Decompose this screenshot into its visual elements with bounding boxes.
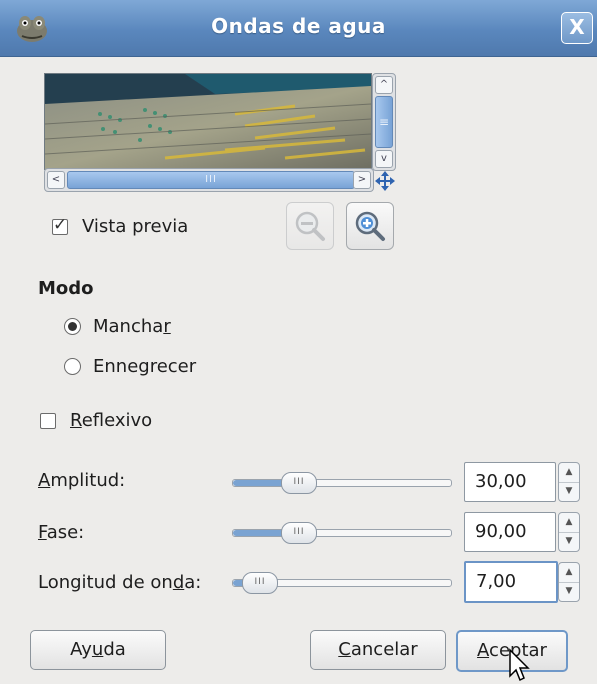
blacken-label: Ennegrecer: [93, 356, 197, 377]
preview-checkbox[interactable]: [52, 215, 68, 235]
amplitude-slider-knob[interactable]: III: [281, 472, 317, 494]
mode-section-title: Modo: [38, 278, 94, 299]
reflective-toggle[interactable]: Reflexivo: [40, 410, 152, 431]
zoom-in-button[interactable]: [346, 202, 394, 250]
spin-down-icon[interactable]: ▼: [559, 582, 579, 601]
wavelength-label: Longitud de onda:: [38, 572, 202, 593]
preview-label: Vista previa: [82, 216, 189, 237]
amplitude-spinner[interactable]: ▲ ▼: [558, 462, 580, 502]
vertical-scroll-thumb[interactable]: ≡: [375, 96, 393, 148]
scroll-left-icon[interactable]: <: [47, 171, 65, 189]
spin-down-icon[interactable]: ▼: [559, 532, 579, 551]
window-title: Ondas de agua: [211, 14, 386, 38]
mode-option-smear[interactable]: Manchar: [64, 316, 171, 337]
mode-option-blacken[interactable]: Ennegrecer: [64, 356, 196, 377]
spin-down-icon[interactable]: ▼: [559, 482, 579, 501]
horizontal-scroll-thumb[interactable]: III: [67, 171, 355, 189]
spin-up-icon[interactable]: ▲: [559, 563, 579, 583]
reflective-label: Reflexivo: [70, 410, 153, 431]
title-bar[interactable]: Ondas de agua X: [0, 0, 597, 57]
smear-label: Manchar: [93, 316, 171, 337]
preview-horizontal-scrollbar[interactable]: < III >: [44, 168, 374, 192]
preview-toggle[interactable]: Vista previa: [52, 215, 189, 237]
amplitude-input[interactable]: 30,00: [464, 462, 556, 502]
phase-slider[interactable]: III: [232, 522, 452, 544]
amplitude-slider[interactable]: III: [232, 472, 452, 494]
close-button[interactable]: X: [561, 12, 593, 44]
reflective-checkbox[interactable]: [40, 412, 56, 429]
phase-slider-knob[interactable]: III: [281, 522, 317, 544]
mouse-pointer-icon: [509, 648, 530, 682]
preview-vertical-scrollbar[interactable]: ^ ≡ v: [372, 73, 396, 171]
zoom-out-button[interactable]: [286, 202, 334, 250]
spin-up-icon[interactable]: ▲: [559, 463, 579, 483]
wavelength-slider-knob[interactable]: III: [242, 572, 278, 594]
cancel-button[interactable]: Cancelar: [310, 630, 446, 670]
wavelength-slider[interactable]: III: [232, 572, 452, 594]
wavelength-input[interactable]: 7,00: [464, 561, 558, 603]
plugin-dialog: Ondas de agua X ^ ≡ v < III > ✓ Vista pr…: [0, 0, 597, 684]
phase-label: Fase:: [38, 522, 85, 543]
close-icon: X: [569, 15, 585, 39]
scroll-up-icon[interactable]: ^: [375, 76, 393, 94]
amplitude-label: Amplitud:: [38, 470, 126, 491]
scroll-down-icon[interactable]: v: [375, 150, 393, 168]
navigate-move-icon[interactable]: [374, 170, 396, 192]
wavelength-spinner[interactable]: ▲ ▼: [558, 562, 580, 602]
blacken-radio[interactable]: [64, 358, 81, 375]
phase-input[interactable]: 90,00: [464, 512, 556, 552]
scroll-right-icon[interactable]: >: [353, 171, 371, 189]
preview-image[interactable]: [44, 73, 372, 170]
zoom-in-icon: [355, 211, 385, 241]
smear-radio[interactable]: [64, 318, 81, 335]
spin-up-icon[interactable]: ▲: [559, 513, 579, 533]
phase-spinner[interactable]: ▲ ▼: [558, 512, 580, 552]
help-button[interactable]: Ayuda: [30, 630, 166, 670]
zoom-out-icon: [295, 211, 325, 241]
